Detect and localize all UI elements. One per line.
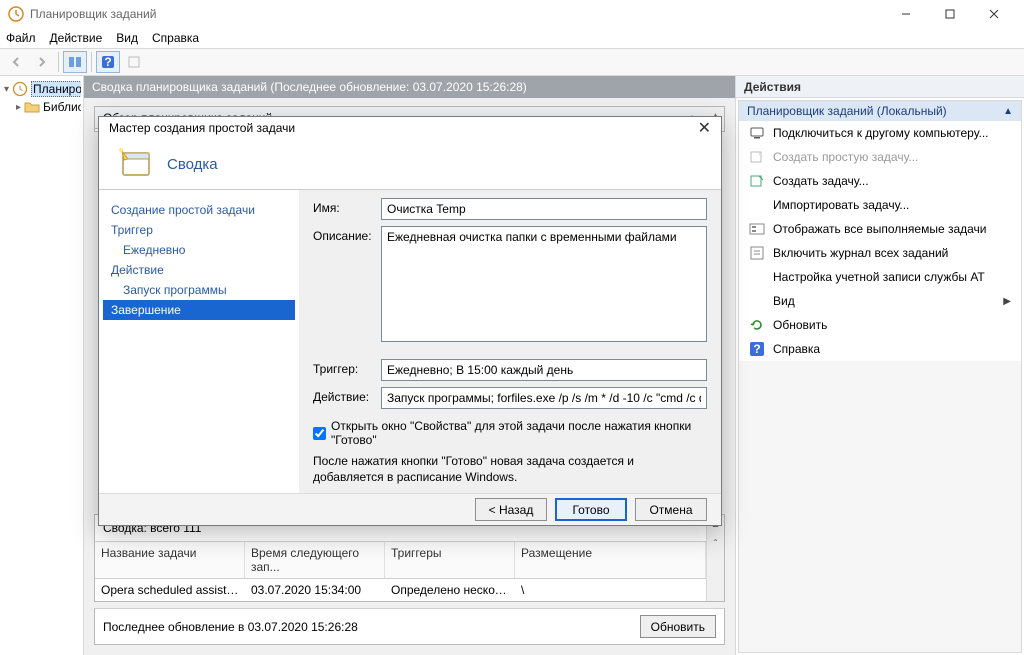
create-task-icon: [749, 173, 765, 189]
maximize-button[interactable]: [928, 0, 972, 28]
help-icon: ?: [749, 341, 765, 357]
chevron-up-icon[interactable]: ⌃: [707, 533, 724, 551]
submenu-arrow-icon: ▶: [1003, 296, 1011, 307]
tree-root-label: Планировщ: [31, 81, 81, 97]
refresh-icon: [749, 317, 765, 333]
close-button[interactable]: [972, 0, 1016, 28]
dialog-title: Мастер создания простой задачи: [109, 121, 295, 135]
tree-library[interactable]: ▸ Библиоте: [2, 98, 81, 116]
toolbar-help-button[interactable]: ?: [96, 51, 120, 73]
window-titlebar: Планировщик заданий: [0, 0, 1024, 28]
tree-root[interactable]: ▾ Планировщ: [2, 80, 81, 98]
action-field[interactable]: [381, 387, 707, 409]
step-daily[interactable]: Ежедневно: [103, 240, 295, 260]
action-create-basic: Создать простую задачу...: [739, 145, 1021, 169]
description-field[interactable]: Ежедневная очистка папки с временными фа…: [381, 226, 707, 342]
col-location[interactable]: Размещение: [515, 542, 706, 578]
step-finish[interactable]: Завершение: [103, 300, 295, 320]
action-connect[interactable]: Подключиться к другому компьютеру...: [739, 121, 1021, 145]
folder-icon: [24, 99, 40, 115]
step-launch[interactable]: Запуск программы: [103, 280, 295, 300]
label-trigger: Триггер:: [313, 359, 381, 381]
svg-text:?: ?: [104, 55, 111, 69]
wizard-form: Имя: Описание: Ежедневная очистка папки …: [299, 190, 721, 493]
actions-pane: Действия Планировщик заданий (Локальный)…: [736, 76, 1024, 655]
chevron-down-icon: ▾: [4, 84, 9, 95]
blank-icon: [749, 269, 765, 285]
label-desc: Описание:: [313, 226, 381, 345]
app-clock-icon: [8, 6, 24, 22]
cancel-button[interactable]: Отмена: [635, 498, 707, 521]
nav-back-button[interactable]: [4, 51, 28, 73]
table-header: Название задачи Время следующего зап... …: [95, 542, 706, 579]
col-next-run[interactable]: Время следующего зап...: [245, 542, 385, 578]
collapse-up-icon: ▲: [1003, 106, 1013, 117]
toolbar-blank-button[interactable]: [122, 51, 146, 73]
action-view[interactable]: Вид ▶: [739, 289, 1021, 313]
step-create[interactable]: Создание простой задачи: [103, 200, 295, 220]
tree-library-label: Библиоте: [43, 100, 81, 114]
menu-action[interactable]: Действие: [50, 31, 103, 45]
open-properties-label: Открыть окно "Свойства" для этой задачи …: [331, 419, 707, 447]
history-icon: [749, 245, 765, 261]
back-button[interactable]: < Назад: [475, 498, 547, 521]
table-row[interactable]: Opera scheduled assistant Autoup... 03.0…: [95, 579, 706, 601]
minimize-button[interactable]: [884, 0, 928, 28]
nav-forward-button[interactable]: [30, 51, 54, 73]
wizard-steps: Создание простой задачи Триггер Ежедневн…: [99, 190, 299, 493]
open-properties-checkbox[interactable]: [313, 427, 326, 440]
wizard-dialog: Мастер создания простой задачи ✕ Сводка …: [98, 116, 722, 526]
actions-section-header[interactable]: Планировщик заданий (Локальный) ▲: [739, 101, 1021, 121]
wizard-icon: [117, 145, 155, 183]
wizard-note: После нажатия кнопки "Готово" новая зада…: [313, 453, 707, 485]
last-update-text: Последнее обновление в 03.07.2020 15:26:…: [103, 620, 358, 634]
menu-file[interactable]: Файл: [6, 31, 36, 45]
center-header: Сводка планировщика заданий (Последнее о…: [84, 76, 735, 98]
dialog-close-button[interactable]: ✕: [698, 118, 711, 138]
blank-icon: [749, 197, 765, 213]
blank-icon: [749, 293, 765, 309]
nav-tree: ▾ Планировщ ▸ Библиоте: [0, 76, 84, 655]
menu-help[interactable]: Справка: [152, 31, 199, 45]
toolbar: ?: [0, 48, 1024, 76]
action-enable-history[interactable]: Включить журнал всех заданий: [739, 241, 1021, 265]
trigger-field[interactable]: [381, 359, 707, 381]
name-field[interactable]: [381, 198, 707, 220]
action-import[interactable]: Импортировать задачу...: [739, 193, 1021, 217]
window-title: Планировщик заданий: [30, 7, 156, 21]
step-action[interactable]: Действие: [103, 260, 295, 280]
refresh-button[interactable]: Обновить: [640, 615, 716, 638]
action-show-running[interactable]: Отображать все выполняемые задачи: [739, 217, 1021, 241]
svg-text:?: ?: [753, 342, 760, 356]
finish-button[interactable]: Готово: [555, 498, 627, 521]
toolbar-panes-button[interactable]: [63, 51, 87, 73]
wizard-heading: Сводка: [167, 156, 218, 173]
running-tasks-icon: [749, 221, 765, 237]
chevron-right-icon: ▸: [16, 102, 21, 113]
computer-icon: [749, 125, 765, 141]
menu-view[interactable]: Вид: [116, 31, 138, 45]
menu-bar: Файл Действие Вид Справка: [0, 28, 1024, 48]
action-refresh[interactable]: Обновить: [739, 313, 1021, 337]
clock-icon: [12, 81, 28, 97]
wizard-icon: [749, 149, 765, 165]
step-trigger[interactable]: Триггер: [103, 220, 295, 240]
label-action: Действие:: [313, 387, 381, 409]
label-name: Имя:: [313, 198, 381, 220]
col-name[interactable]: Название задачи: [95, 542, 245, 578]
actions-pane-title: Действия: [736, 76, 1024, 98]
action-at-account[interactable]: Настройка учетной записи службы AT: [739, 265, 1021, 289]
action-help[interactable]: ? Справка: [739, 337, 1021, 361]
action-create[interactable]: Создать задачу...: [739, 169, 1021, 193]
col-triggers[interactable]: Триггеры: [385, 542, 515, 578]
